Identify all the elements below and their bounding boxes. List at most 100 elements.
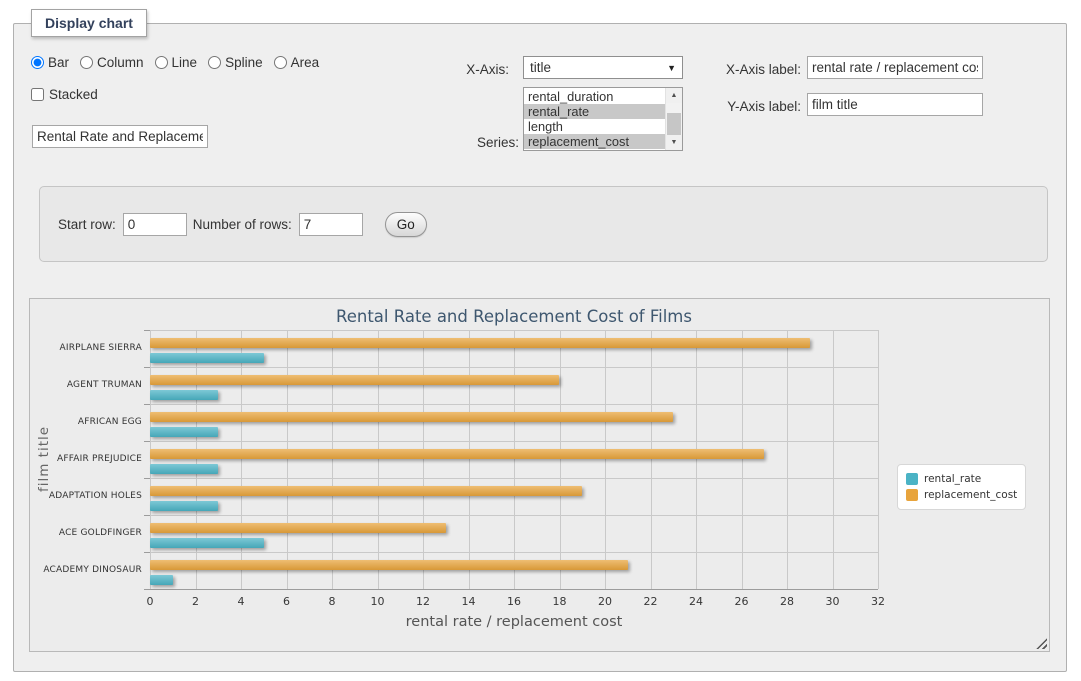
gridline-vertical (241, 330, 242, 589)
gridline-vertical (787, 330, 788, 589)
stacked-checkbox[interactable] (31, 88, 44, 101)
chart-type-label: Area (291, 55, 320, 70)
series-list-caption: Series: (459, 135, 519, 150)
rental_rate-bar[interactable] (150, 390, 218, 400)
gridline-vertical (469, 330, 470, 589)
gridline-vertical (696, 330, 697, 589)
rental_rate-bar[interactable] (150, 427, 218, 437)
y-axis-label-input[interactable] (807, 93, 983, 116)
chart-type-radio-column[interactable] (80, 56, 93, 69)
row-controls-panel: Start row: Number of rows: Go (39, 186, 1048, 262)
chart-type-radio-spline[interactable] (208, 56, 221, 69)
gridline-horizontal (150, 515, 878, 516)
resize-handle-icon[interactable] (1036, 638, 1047, 649)
gridline-horizontal (150, 589, 878, 590)
chart-type-label: Spline (225, 55, 263, 70)
legend-item-rental_rate[interactable]: rental_rate (906, 471, 1017, 487)
y-axis-tick (144, 441, 150, 442)
gridline-horizontal (150, 478, 878, 479)
x-tick-label: 32 (871, 595, 885, 608)
chart-type-radio-bar[interactable] (31, 56, 44, 69)
series-option-rental_duration[interactable]: rental_duration (524, 89, 665, 104)
legend-item-replacement_cost[interactable]: replacement_cost (906, 487, 1017, 503)
rental_rate-bar[interactable] (150, 575, 173, 585)
y-axis-tick (144, 367, 150, 368)
gridline-vertical (196, 330, 197, 589)
stacked-checkbox-row[interactable]: Stacked (31, 87, 98, 102)
number-of-rows-input[interactable] (299, 213, 363, 236)
x-axis-select[interactable]: title ▼ (523, 56, 683, 79)
x-tick-label: 26 (735, 595, 749, 608)
stacked-label: Stacked (49, 87, 98, 102)
x-tick-label: 0 (147, 595, 154, 608)
chart-type-option-area[interactable]: Area (274, 55, 320, 70)
replacement_cost-bar[interactable] (150, 338, 810, 348)
x-tick-label: 14 (462, 595, 476, 608)
y-axis-tick (144, 552, 150, 553)
rental_rate-bar[interactable] (150, 353, 264, 363)
scroll-down-icon[interactable]: ▼ (666, 135, 682, 150)
go-button[interactable]: Go (385, 212, 427, 237)
y-axis-tick (144, 330, 150, 331)
chart-name-input[interactable] (32, 125, 208, 148)
display-chart-fieldset: Display chart BarColumnLineSplineArea St… (13, 23, 1067, 672)
start-row-caption: Start row: (58, 217, 116, 232)
gridline-horizontal (150, 552, 878, 553)
scrollbar-thumb[interactable] (667, 113, 681, 136)
category-label: AGENT TRUMAN (30, 380, 142, 390)
chart-type-option-bar[interactable]: Bar (31, 55, 69, 70)
legend-label: rental_rate (924, 473, 981, 485)
category-label: ACADEMY DINOSAUR (30, 565, 142, 575)
gridline-vertical (742, 330, 743, 589)
chart-type-radio-line[interactable] (155, 56, 168, 69)
replacement_cost-bar[interactable] (150, 375, 559, 385)
category-label: AIRPLANE SIERRA (30, 343, 142, 353)
start-row-input[interactable] (123, 213, 187, 236)
gridline-horizontal (150, 330, 878, 331)
y-axis-tick (144, 404, 150, 405)
chart-panel: Rental Rate and Replacement Cost of Film… (29, 298, 1050, 652)
chart-legend: rental_rate replacement_cost (897, 464, 1026, 510)
rental_rate-bar[interactable] (150, 501, 218, 511)
chart-type-option-column[interactable]: Column (80, 55, 144, 70)
chart-type-option-spline[interactable]: Spline (208, 55, 263, 70)
gridline-vertical (332, 330, 333, 589)
series-option-replacement_cost[interactable]: replacement_cost (524, 134, 665, 149)
scroll-up-icon[interactable]: ▲ (666, 88, 682, 103)
x-tick-label: 30 (826, 595, 840, 608)
replacement_cost-bar[interactable] (150, 486, 582, 496)
gridline-vertical (150, 330, 151, 589)
gridline-vertical (560, 330, 561, 589)
x-axis-select-value: title (530, 60, 667, 75)
listbox-scrollbar[interactable]: ▲ ▼ (665, 88, 682, 150)
chart-title: Rental Rate and Replacement Cost of Film… (150, 307, 878, 326)
series-listbox[interactable]: rental_durationrental_ratelengthreplacem… (523, 87, 683, 151)
rental_rate-bar[interactable] (150, 538, 264, 548)
x-tick-label: 28 (780, 595, 794, 608)
y-axis-label-caption: Y-Axis label: (713, 99, 801, 114)
x-tick-label: 12 (416, 595, 430, 608)
rental_rate-bar[interactable] (150, 464, 218, 474)
legend-label: replacement_cost (924, 489, 1017, 501)
gridline-horizontal (150, 367, 878, 368)
series-option-length[interactable]: length (524, 119, 665, 134)
replacement_cost-bar[interactable] (150, 560, 628, 570)
gridline-vertical (287, 330, 288, 589)
category-label: ADAPTATION HOLES (30, 491, 142, 501)
y-axis-tick (144, 515, 150, 516)
x-tick-label: 2 (192, 595, 199, 608)
x-tick-label: 10 (371, 595, 385, 608)
replacement_cost-bar[interactable] (150, 449, 764, 459)
gridline-vertical (514, 330, 515, 589)
y-axis-tick (144, 478, 150, 479)
replacement_cost-bar[interactable] (150, 412, 673, 422)
x-axis-label-input[interactable] (807, 56, 983, 79)
chart-type-option-line[interactable]: Line (155, 55, 198, 70)
gridline-vertical (833, 330, 834, 589)
chart-type-radio-area[interactable] (274, 56, 287, 69)
x-tick-label: 6 (283, 595, 290, 608)
series-option-rental_rate[interactable]: rental_rate (524, 104, 665, 119)
replacement_cost-bar[interactable] (150, 523, 446, 533)
chart-type-label: Bar (48, 55, 69, 70)
x-tick-label: 20 (598, 595, 612, 608)
